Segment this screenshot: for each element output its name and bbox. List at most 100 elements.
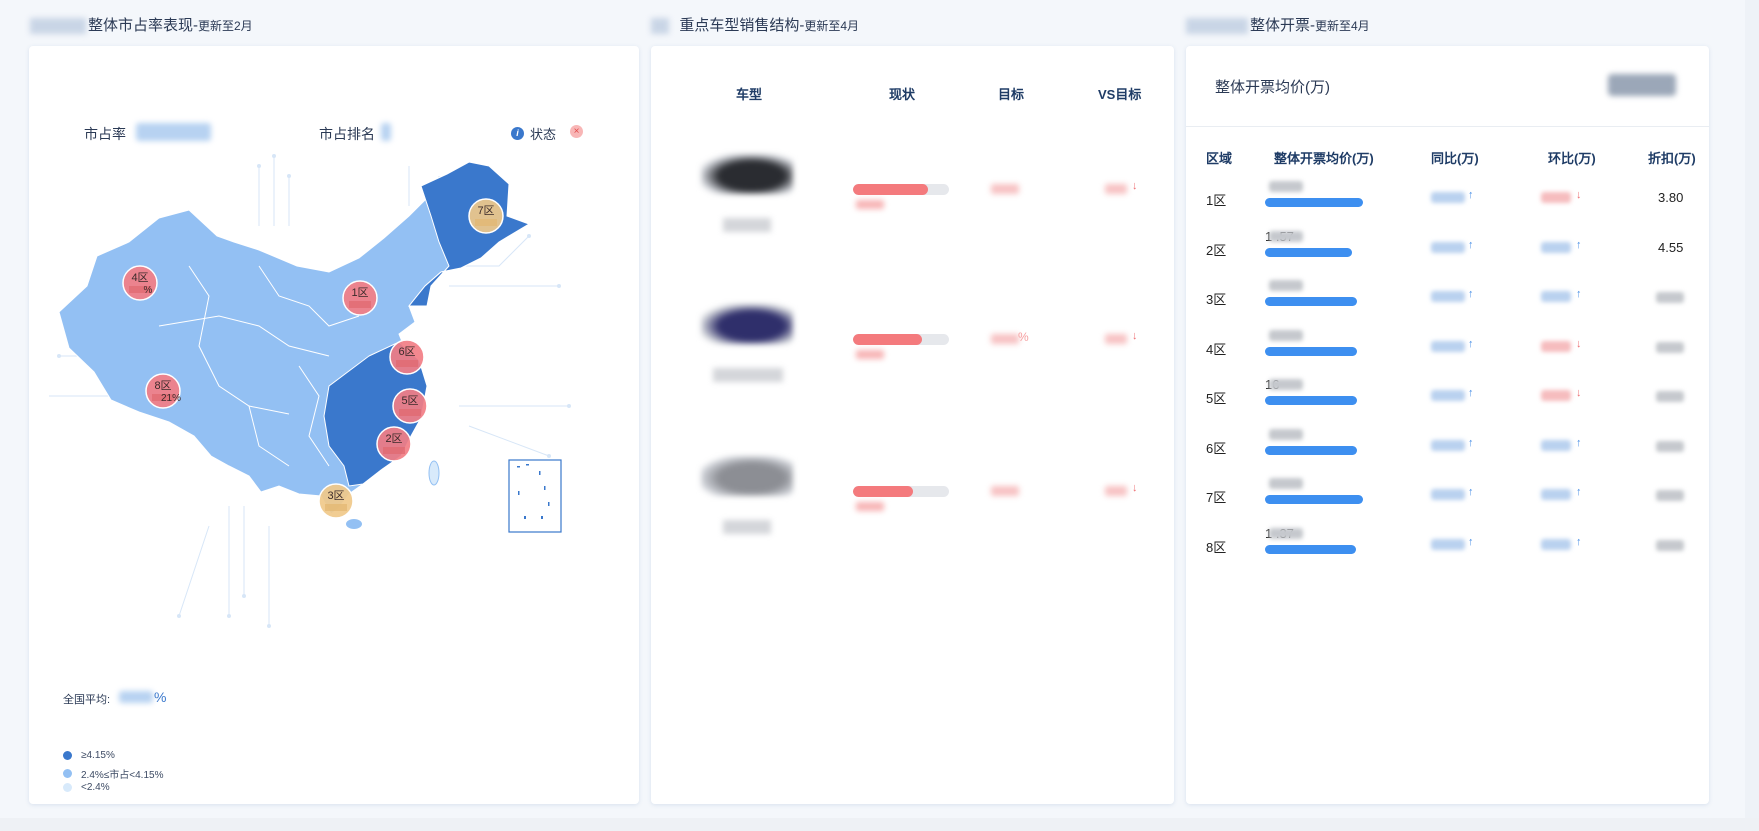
region-bubble-label: 7区: [477, 205, 494, 217]
yoy-value: [1431, 241, 1465, 253]
national-avg-suffix: %: [154, 689, 167, 705]
mom-value: [1541, 291, 1571, 302]
arrow-up-icon: ↑: [1468, 387, 1474, 399]
map-title-text: 整体市占率表现-: [88, 17, 198, 34]
title-mask: [30, 18, 86, 35]
avg-price-bar: [1265, 346, 1358, 356]
arrow-down-icon: ↓: [1132, 330, 1138, 342]
discount-value: 3.80: [1658, 190, 1684, 205]
region-bubble-value: [383, 447, 405, 454]
col-header-target: 目标: [998, 87, 1025, 102]
south-sea-inset: [508, 459, 562, 533]
car-image: [701, 304, 793, 344]
region-bubble-value: [399, 409, 421, 416]
legend-label: <2.4%: [81, 782, 110, 793]
discount-value: 4.55: [1658, 239, 1684, 255]
mom-value: [1541, 489, 1571, 500]
region-bubble-suffix: 21%: [161, 393, 181, 404]
title-mask: [1186, 18, 1248, 35]
page-scrollbar[interactable]: [1745, 0, 1759, 831]
legend-item: ≥4.15%: [63, 750, 115, 761]
arrow-up-icon: ↑: [1468, 486, 1474, 498]
col-header-model: 车型: [736, 87, 763, 102]
status-progress: [853, 486, 949, 497]
arrow-up-icon: ↑: [1576, 436, 1582, 449]
status-progress-fill: [853, 486, 913, 497]
region-bubble-value: [396, 360, 418, 367]
legend-label: 2.4%≤市占<4.15%: [81, 770, 164, 781]
legend-item: 2.4%≤市占<4.15%: [63, 766, 163, 781]
billing-row-region: 4区: [1206, 341, 1227, 357]
col-header-vs-target: VS目标: [1098, 87, 1142, 102]
vs-target-value: [1105, 486, 1127, 496]
avg-price-bar: [1265, 544, 1357, 554]
arrow-up-icon: ↑: [1468, 337, 1474, 350]
yoy-value: [1431, 489, 1465, 500]
map-panel-title: 整体市占率表现-更新至2月: [30, 14, 253, 35]
region-bubble-value: [349, 301, 371, 308]
avg-price-bar: [1265, 297, 1358, 306]
yoy-value: [1431, 192, 1465, 203]
region-bubble-suffix: %: [144, 285, 153, 296]
status-value: [856, 350, 884, 359]
national-avg-value: [119, 691, 153, 703]
yoy-value: [1431, 538, 1465, 550]
region-bubble-label: 8区: [154, 380, 171, 392]
mom-value: [1541, 241, 1571, 253]
col-header-discount: 折扣(万): [1648, 151, 1696, 166]
avg-price-bar: [1265, 396, 1358, 405]
status-value: [856, 200, 884, 209]
legend-dot: [63, 769, 72, 778]
arrow-up-icon: ↑: [1468, 189, 1474, 201]
billing-row-region: 2区: [1206, 242, 1227, 258]
legend-dot: [63, 751, 72, 760]
legend-dot: [63, 783, 72, 792]
avg-price-bar: [1265, 247, 1352, 257]
car-image: [701, 456, 793, 496]
avg-value-mask: [1269, 280, 1303, 291]
target-value: [991, 334, 1019, 344]
billing-title-text: 整体开票-: [1250, 17, 1315, 34]
taiwan-island: [428, 460, 440, 486]
avg-price-value: [1608, 74, 1676, 96]
mom-value: [1541, 390, 1571, 401]
col-header-region: 区域: [1206, 151, 1233, 166]
arrow-up-icon: ↑: [1468, 535, 1474, 548]
arrow-up-icon: ↑: [1576, 535, 1582, 548]
arrow-down-icon: ↓: [1132, 482, 1138, 494]
close-icon[interactable]: ×: [570, 125, 583, 138]
arrow-up-icon: ↑: [1468, 288, 1474, 300]
model-name: [723, 520, 771, 534]
region-bubble-label: 3区: [327, 490, 344, 502]
model-name: [713, 368, 783, 382]
info-icon[interactable]: i: [511, 127, 524, 140]
billing-panel-title: 整体开票-更新至4月: [1186, 14, 1370, 35]
status-progress: [853, 184, 949, 195]
col-header-yoy: 同比(万): [1431, 151, 1479, 166]
china-map: 1区 2区 3区 4区% 5区 6区 7区 8区21%: [49, 154, 571, 628]
arrow-down-icon: ↓: [1132, 180, 1138, 192]
billing-subtitle: 更新至4月: [1315, 19, 1370, 33]
avg-price-label: 整体开票均价(万): [1215, 79, 1330, 96]
hainan-island: [346, 519, 362, 529]
arrow-down-icon: ↓: [1576, 387, 1582, 399]
region-bubble-value: [475, 219, 497, 226]
status-progress-fill: [853, 334, 923, 345]
yoy-value: [1431, 291, 1465, 302]
discount-mask: [1656, 341, 1684, 353]
legend-label: ≥4.15%: [81, 750, 115, 761]
discount-mask: [1656, 490, 1684, 501]
billing-card: 整体开票均价(万) 区域 整体开票均价(万) 同比(万) 环比(万) 折扣(万)…: [1186, 46, 1709, 804]
mom-value: [1541, 538, 1571, 550]
region-bubble-value: [325, 504, 347, 511]
car-image: [701, 154, 793, 194]
billing-row-region: 8区: [1206, 539, 1227, 555]
region-bubble-label: 6区: [398, 346, 415, 358]
header-divider: [1186, 126, 1709, 127]
status-progress: [853, 334, 949, 345]
rank-value: [381, 123, 391, 141]
model-name: [723, 218, 771, 232]
arrow-down-icon: ↓: [1576, 189, 1582, 201]
mom-value: [1541, 340, 1571, 352]
status-progress-fill: [853, 184, 928, 195]
